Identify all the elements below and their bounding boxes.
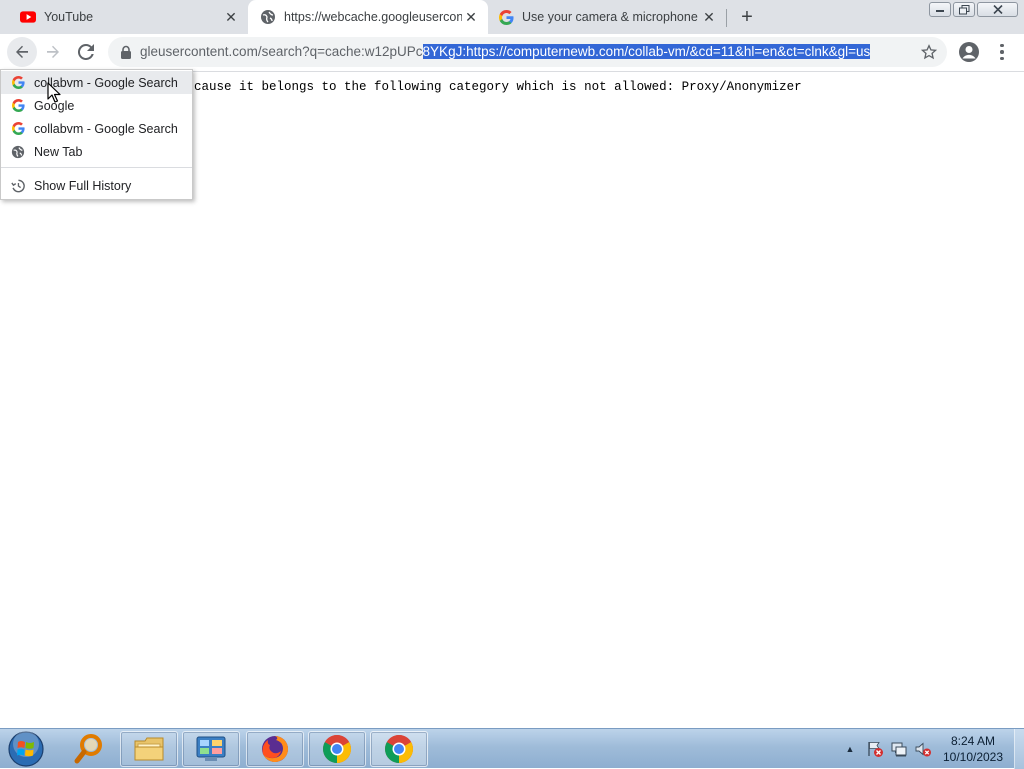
globe-icon — [10, 144, 26, 160]
profile-avatar-icon[interactable] — [958, 41, 980, 63]
chrome-icon — [385, 735, 413, 763]
tab-strip: YouTube ✕ https://webcache.googleusercon… — [0, 0, 1024, 34]
history-item[interactable]: Google — [1, 94, 192, 117]
bookmark-star-button[interactable] — [919, 42, 939, 62]
url-selected: 8YKgJ:https://computernewb.com/collab-vm… — [422, 44, 871, 59]
tray-overflow-button[interactable]: ▲ — [842, 744, 858, 754]
tab-title: Use your camera & microphone — [522, 10, 698, 24]
tab-title: https://webcache.googleusercontent.com — [284, 10, 462, 24]
history-clock-icon — [10, 178, 26, 194]
control-panel-icon — [196, 736, 226, 761]
tab-close-button[interactable]: ✕ — [462, 8, 480, 26]
google-icon — [10, 98, 26, 114]
system-tray: ▲ — [842, 729, 932, 769]
reload-button[interactable] — [71, 37, 101, 67]
restore-button[interactable] — [953, 2, 975, 17]
taskbar-chrome[interactable] — [308, 731, 366, 767]
chrome-icon — [323, 735, 351, 763]
tab-camera-mic[interactable]: Use your camera & microphone ✕ — [488, 0, 726, 34]
reload-icon — [78, 44, 94, 60]
show-desktop-button[interactable] — [1014, 729, 1024, 769]
tab-webcache[interactable]: https://webcache.googleusercontent.com ✕ — [248, 0, 488, 34]
taskbar-file-explorer[interactable] — [120, 731, 178, 767]
back-history-menu: collabvm - Google Search Google collabvm… — [0, 69, 193, 200]
mouse-pointer-icon — [47, 82, 61, 103]
google-icon — [10, 121, 26, 137]
google-icon — [498, 9, 514, 25]
close-window-button[interactable] — [977, 2, 1018, 17]
clock-time: 8:24 AM — [950, 734, 996, 748]
volume-muted-icon[interactable] — [914, 740, 932, 758]
history-item[interactable]: collabvm - Google Search — [1, 71, 192, 94]
menu-dot — [1000, 50, 1004, 54]
show-full-history-item[interactable]: Show Full History — [1, 174, 192, 197]
history-item-label: Show Full History — [34, 178, 132, 193]
history-item[interactable]: New Tab — [1, 140, 192, 163]
blocked-message: cause it belongs to the following catego… — [194, 80, 802, 94]
lock-icon — [121, 45, 131, 59]
address-bar[interactable]: gleusercontent.com/search?q=cache:w12pUP… — [108, 37, 947, 67]
taskbar-firefox[interactable] — [246, 731, 304, 767]
history-item-label: collabvm - Google Search — [34, 121, 178, 136]
windows-logo-icon — [8, 731, 44, 767]
tab-title: YouTube — [44, 10, 94, 24]
menu-dot — [1000, 56, 1004, 61]
browser-toolbar: gleusercontent.com/search?q=cache:w12pUP… — [0, 34, 1024, 72]
new-tab-button[interactable]: + — [736, 6, 758, 28]
start-button[interactable] — [4, 730, 48, 768]
google-icon — [10, 75, 26, 91]
taskbar-clock[interactable]: 8:24 AM 10/10/2023 — [936, 733, 1010, 765]
url-text[interactable]: gleusercontent.com/search?q=cache:w12pUP… — [140, 37, 918, 67]
network-icon[interactable] — [890, 740, 908, 758]
tab-close-button[interactable]: ✕ — [222, 8, 240, 26]
forward-button[interactable] — [38, 37, 68, 67]
youtube-icon — [20, 9, 36, 25]
firefox-icon — [262, 736, 288, 762]
taskbar-search-app[interactable] — [60, 731, 118, 767]
menu-dot — [1000, 43, 1004, 48]
taskbar-control-panel[interactable] — [182, 731, 240, 767]
clock-date: 10/10/2023 — [942, 750, 1004, 764]
minimize-button[interactable] — [929, 2, 951, 17]
tab-youtube[interactable]: YouTube ✕ — [0, 0, 248, 34]
magnifier-icon — [74, 734, 102, 764]
back-arrow-icon — [16, 45, 28, 58]
folder-icon — [134, 737, 164, 761]
taskbar-chrome-active[interactable] — [370, 731, 428, 767]
action-center-flag-icon[interactable] — [866, 740, 884, 758]
star-icon — [921, 44, 937, 60]
back-button[interactable] — [7, 37, 37, 67]
browser-menu-button[interactable] — [992, 41, 1012, 63]
tab-close-button[interactable]: ✕ — [700, 8, 718, 26]
globe-icon — [260, 9, 276, 25]
menu-divider — [1, 167, 192, 168]
url-unselected: gleusercontent.com/search?q=cache:w12pUP… — [140, 44, 423, 59]
tab-separator — [726, 9, 727, 27]
windows-taskbar: ▲ 8:24 AM 10/10/2023 — [0, 728, 1024, 769]
history-item-label: New Tab — [34, 144, 83, 159]
forward-arrow-icon — [47, 45, 59, 58]
history-item[interactable]: collabvm - Google Search — [1, 117, 192, 140]
